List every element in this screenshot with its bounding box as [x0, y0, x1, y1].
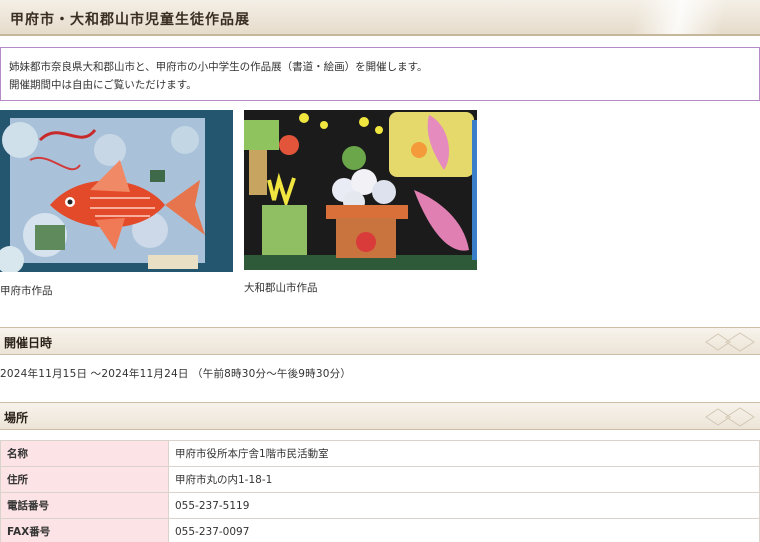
- schedule-text: 2024年11月15日 ～2024年11月24日 （午前8時30分～午後9時30…: [0, 368, 352, 380]
- row-key-name: 名称: [0, 440, 169, 467]
- venue-heading-bar: 場所: [0, 402, 760, 430]
- diamond-ornament-icon: [705, 332, 755, 352]
- table-row: 電話番号 055-237-5119: [0, 492, 760, 519]
- intro-box: 姉妹都市奈良県大和郡山市と、甲府市の小中学生の作品展（書道・絵画）を開催します。…: [0, 47, 760, 101]
- row-key-phone: 電話番号: [0, 492, 169, 519]
- venue-heading: 場所: [4, 411, 29, 425]
- intro-line-1: 姉妹都市奈良県大和郡山市と、甲府市の小中学生の作品展（書道・絵画）を開催します。: [9, 61, 428, 73]
- row-key-fax: FAX番号: [0, 518, 169, 542]
- schedule-heading: 開催日時: [4, 336, 53, 350]
- table-row: FAX番号 055-237-0097: [0, 518, 760, 542]
- row-value-phone: 055-237-5119: [168, 492, 760, 519]
- page-header: 甲府市・大和郡山市児童生徒作品展: [0, 0, 760, 36]
- row-key-address: 住所: [0, 466, 169, 493]
- venue-info-table: 名称 甲府市役所本庁舎1階市民活動室 住所 甲府市丸の内1-18-1 電話番号 …: [0, 440, 760, 542]
- page-title: 甲府市・大和郡山市児童生徒作品展: [10, 12, 250, 28]
- photo-caption-kofu: 甲府市作品: [0, 285, 53, 297]
- table-row: 住所 甲府市丸の内1-18-1: [0, 466, 760, 493]
- header-decoration: [570, 0, 760, 34]
- row-value-name: 甲府市役所本庁舎1階市民活動室: [168, 440, 760, 467]
- goldfish-collage-artwork: [0, 110, 233, 272]
- intro-line-2: 開催期間中は自由にご覧いただけます。: [9, 79, 197, 91]
- diamond-ornament-icon: [705, 407, 755, 427]
- flowers-collage-artwork: [244, 110, 477, 270]
- table-row: 名称 甲府市役所本庁舎1階市民活動室: [0, 440, 760, 467]
- photo-caption-yamatokoriyama: 大和郡山市作品: [244, 282, 318, 294]
- schedule-heading-bar: 開催日時: [0, 327, 760, 355]
- row-value-fax: 055-237-0097: [168, 518, 760, 542]
- row-value-address: 甲府市丸の内1-18-1: [168, 466, 760, 493]
